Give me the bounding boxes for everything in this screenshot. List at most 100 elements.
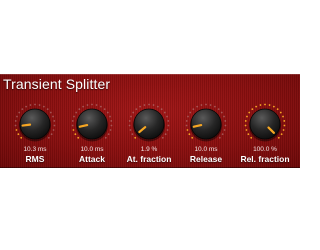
knob-scale-dot — [49, 111, 52, 114]
knob-scale-dot — [52, 129, 55, 131]
knob-scale-dot — [213, 105, 216, 108]
rel-fraction-knob[interactable] — [236, 100, 294, 146]
attack-value: 10.0 ms — [80, 146, 104, 153]
knob-scale-dot — [185, 120, 188, 122]
knob-scale-dot — [166, 115, 168, 118]
release-value: 10.0 ms — [194, 146, 218, 153]
knob-scale-dot — [221, 133, 224, 136]
knob-scale-dot — [205, 103, 207, 106]
knob-scale-dot — [128, 120, 131, 122]
attack-knob-control[interactable]: 10.0 ms Attack — [63, 100, 121, 166]
knob-scale-dot — [107, 133, 110, 136]
knob-scale-dot — [46, 108, 49, 111]
knob-scale-dot — [209, 104, 212, 106]
rel-fraction-value: 100.0 % — [253, 146, 277, 153]
knob-scale-dot — [277, 136, 280, 139]
knob-scale-dot — [192, 108, 195, 111]
knob-scale-dot — [71, 120, 74, 122]
knob-scale-dot — [218, 136, 221, 139]
at-fraction-knob-control[interactable]: 1.9 % At. fraction — [120, 100, 178, 166]
rms-knob[interactable] — [6, 100, 64, 146]
at-fraction-label: At. fraction — [126, 154, 172, 164]
knob-scale-dot — [95, 104, 98, 106]
knob-scale-dot — [106, 111, 109, 114]
knob-scale-dot — [191, 136, 194, 139]
knob-scale-dot — [268, 104, 271, 106]
rms-value: 10.3 ms — [23, 146, 47, 153]
knob-scale-dot — [251, 108, 254, 111]
rms-knob-control[interactable]: 10.3 ms RMS — [6, 100, 64, 166]
knob-scale-dot — [224, 120, 227, 122]
knob-scale-dot — [25, 105, 28, 108]
knob-body[interactable] — [76, 108, 108, 140]
release-knob[interactable] — [177, 100, 235, 146]
rel-fraction-label: Rel. fraction — [240, 154, 290, 164]
rel-fraction-knob-control[interactable]: 100.0 % Rel. fraction — [236, 100, 294, 166]
knob-scale-dot — [255, 105, 258, 108]
knob-scale-dot — [247, 133, 250, 136]
knob-scale-dot — [143, 104, 146, 106]
knob-scale-dot — [17, 133, 20, 136]
knob-scale-dot — [248, 111, 251, 114]
attack-knob[interactable] — [63, 100, 121, 146]
knob-scale-dot — [78, 108, 81, 111]
knob-scale-dot — [246, 115, 248, 118]
knob-scale-dot — [15, 129, 18, 131]
knob-scale-dot — [186, 129, 189, 131]
knob-scale-dot — [34, 103, 36, 106]
knob-scale-dot — [52, 115, 54, 118]
knob-scale-dot — [74, 133, 77, 136]
knob-scale-dot — [217, 108, 220, 111]
knob-scale-dot — [167, 124, 170, 127]
knob-pointer — [21, 123, 32, 127]
knob-body[interactable] — [19, 108, 51, 140]
knob-body[interactable] — [133, 108, 165, 140]
knob-scale-dot — [82, 105, 85, 108]
knob-body[interactable] — [190, 108, 222, 140]
knob-scale-dot — [244, 120, 247, 122]
knob-scale-dot — [50, 133, 53, 136]
knob-scale-dot — [223, 129, 226, 131]
release-label: Release — [189, 154, 223, 164]
plugin-title: Transient Splitter — [3, 76, 111, 92]
release-knob-control[interactable]: 10.0 ms Release — [177, 100, 235, 166]
knob-scale-dot — [244, 124, 247, 127]
knob-scale-dot — [132, 111, 135, 114]
knob-scale-dot — [164, 133, 167, 136]
knob-scale-dot — [42, 105, 45, 108]
knob-scale-dot — [20, 136, 23, 139]
at-fraction-knob[interactable] — [120, 100, 178, 146]
knob-scale-dot — [21, 108, 24, 111]
knob-scale-dot — [282, 129, 285, 131]
knob-scale-dot — [160, 108, 163, 111]
knob-scale-dot — [196, 105, 199, 108]
knob-scale-dot — [110, 120, 113, 122]
knob-scale-dot — [86, 104, 89, 106]
knob-scale-dot — [245, 129, 248, 131]
knob-scale-dot — [223, 115, 225, 118]
knob-scale-dot — [131, 133, 134, 136]
knob-scale-dot — [53, 120, 56, 122]
knob-scale-dot — [282, 115, 284, 118]
knob-body[interactable] — [249, 108, 281, 140]
knob-scale-dot — [185, 124, 188, 127]
knob-scale-dot — [167, 120, 170, 122]
knob-scale-dot — [280, 133, 283, 136]
knob-scale-dot — [135, 108, 138, 111]
knob-scale-dot — [279, 111, 282, 114]
knob-scale-dot — [110, 124, 113, 127]
knob-scale-dot — [148, 103, 150, 106]
knob-scale-dot — [187, 115, 189, 118]
knob-scale-dot — [264, 103, 266, 106]
knob-scale-dot — [220, 111, 223, 114]
knob-scale-dot — [272, 105, 275, 108]
knob-scale-dot — [14, 120, 17, 122]
knob-scale-dot — [109, 129, 112, 131]
knob-scale-dot — [128, 124, 131, 127]
knob-scale-dot — [99, 105, 102, 108]
knob-scale-dot — [91, 103, 93, 106]
rms-label: RMS — [25, 154, 45, 164]
knob-scale-dot — [188, 133, 191, 136]
knob-scale-dot — [103, 108, 106, 111]
knob-scale-dot — [250, 136, 253, 139]
